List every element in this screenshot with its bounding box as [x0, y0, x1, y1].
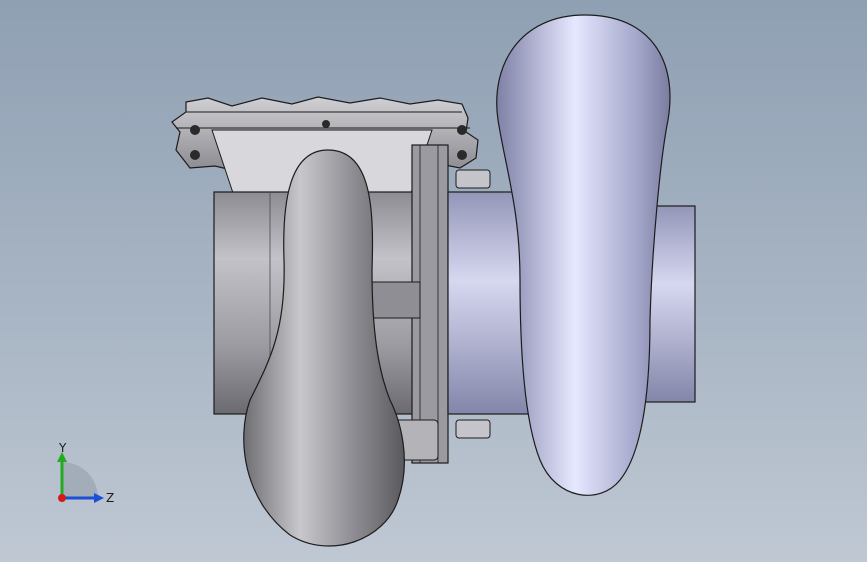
triad-x-axis: [58, 494, 66, 502]
orientation-triad: Y Z: [57, 441, 114, 505]
graphics-viewport[interactable]: Y Z: [0, 0, 867, 562]
turbocharger-model[interactable]: [0, 0, 867, 562]
triad-y-label: Y: [58, 441, 67, 455]
compressor-volute[interactable]: [496, 14, 671, 496]
triad-z-arrowhead: [94, 493, 104, 503]
triad-z-label: Z: [106, 491, 114, 505]
